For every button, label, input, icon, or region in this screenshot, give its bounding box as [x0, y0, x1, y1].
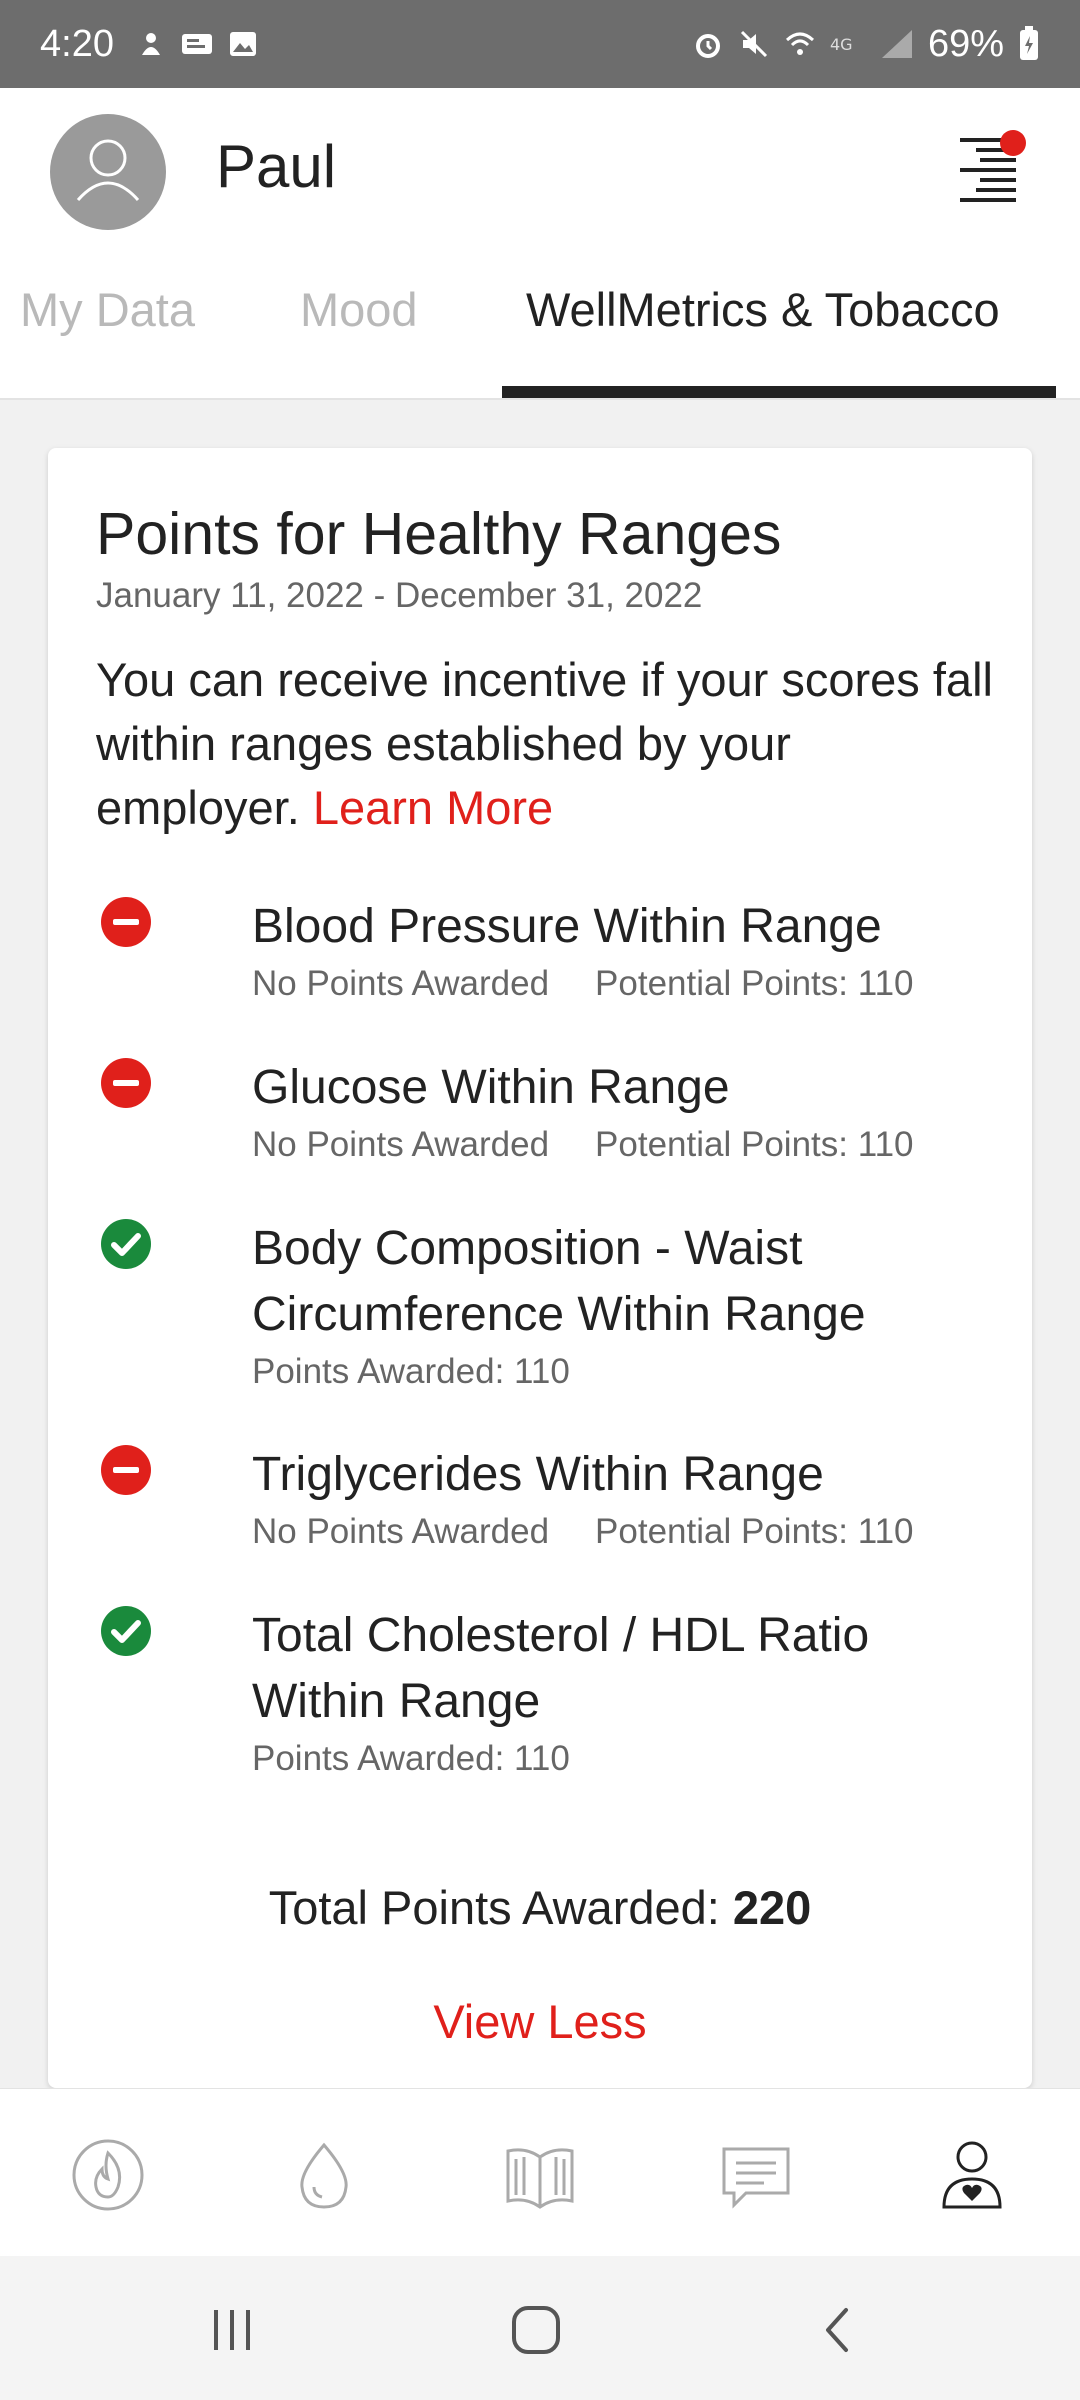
metric-points: No Points Awarded Potential Points: 110 [252, 1125, 914, 1165]
flame-icon [72, 2139, 144, 2211]
status-bar: 4:20 4G 69% [0, 0, 1080, 88]
check-circle-icon [101, 1606, 151, 1656]
4g-icon: 4G [830, 35, 853, 54]
metric-points: No Points Awarded Potential Points: 110 [252, 1512, 914, 1552]
nav-library[interactable] [500, 2135, 580, 2215]
not-met-icon [101, 897, 151, 947]
alarm-icon [695, 34, 720, 58]
active-tab-indicator [502, 386, 1056, 398]
system-navigation-bar [0, 2256, 1080, 2400]
metric-points: Points Awarded: 110 [252, 1352, 570, 1392]
tab-my-data[interactable]: My Data [20, 282, 195, 337]
nav-hydration[interactable] [284, 2135, 364, 2215]
nav-messages[interactable] [716, 2135, 796, 2215]
user-icon [76, 139, 140, 201]
status-left-icons [136, 29, 258, 59]
not-met-icon [101, 1445, 151, 1495]
metric-title: Glucose Within Range [252, 1061, 730, 1114]
points-awarded: No Points Awarded [252, 964, 550, 1003]
not-met-icon [101, 1058, 151, 1108]
notification-icon [141, 33, 160, 55]
back-button[interactable] [808, 2300, 868, 2360]
points-awarded: Points Awarded: 110 [252, 1352, 570, 1391]
recent-apps-button[interactable] [202, 2300, 262, 2360]
chat-icon [722, 2147, 790, 2209]
droplet-icon [300, 2142, 348, 2209]
avatar[interactable] [50, 114, 166, 230]
date-range: January 11, 2022 - December 31, 2022 [96, 576, 703, 615]
metric-points: No Points Awarded Potential Points: 110 [252, 964, 914, 1004]
home-icon [512, 2306, 560, 2354]
card-description: You can receive incentive if your scores… [96, 648, 996, 840]
potential-points: Potential Points: 110 [595, 1125, 914, 1164]
points-awarded: No Points Awarded [252, 1512, 550, 1551]
image-icon [229, 32, 256, 56]
profile-heart-icon [942, 2141, 1002, 2209]
wifi-icon [785, 32, 814, 55]
home-button[interactable] [506, 2300, 566, 2360]
metric-title: Blood Pressure Within Range [252, 900, 882, 953]
bottom-navigation [0, 2088, 1080, 2256]
app-header: Paul [0, 88, 1080, 258]
nav-profile[interactable] [932, 2135, 1012, 2215]
signal-icon [881, 30, 912, 58]
tab-wellmetrics-tobacco[interactable]: WellMetrics & Tobacco [526, 282, 1000, 337]
metric-title: Triglycerides Within Range [252, 1448, 824, 1501]
tab-bar: My Data Mood WellMetrics & Tobacco [0, 258, 1080, 400]
nav-activity[interactable] [68, 2135, 148, 2215]
metric-points: Points Awarded: 110 [252, 1739, 570, 1779]
potential-points: Potential Points: 110 [595, 1512, 914, 1551]
battery-icon [1020, 26, 1038, 60]
points-awarded: Points Awarded: 110 [252, 1739, 570, 1778]
status-right-icons: 4G 69% [692, 23, 1040, 66]
total-points: Total Points Awarded: 220 [48, 1880, 1032, 1935]
potential-points: Potential Points: 110 [595, 964, 914, 1003]
metric-title: Total Cholesterol / HDL Ratio Within Ran… [252, 1609, 870, 1728]
check-circle-icon [101, 1219, 151, 1269]
healthy-ranges-card: Points for Healthy Ranges January 11, 20… [48, 448, 1032, 2088]
points-awarded: No Points Awarded [252, 1125, 550, 1164]
metric-title: Body Composition - Waist Circumference W… [252, 1222, 866, 1341]
svg-text:4G: 4G [830, 35, 853, 54]
card-title: Points for Healthy Ranges [96, 501, 782, 567]
learn-more-link[interactable]: Learn More [313, 781, 553, 834]
book-icon [506, 2148, 574, 2209]
back-icon [826, 2308, 848, 2352]
mute-icon [740, 30, 767, 58]
recent-apps-icon [214, 2310, 250, 2350]
battery-percent: 69% [927, 22, 1004, 65]
status-time: 4:20 [40, 22, 114, 65]
notification-dot [1000, 130, 1026, 156]
total-points-value: 220 [732, 1881, 812, 1934]
user-name: Paul [216, 133, 337, 200]
message-icon [181, 34, 212, 54]
total-points-label: Total Points Awarded: [268, 1881, 720, 1934]
view-less-button[interactable]: View Less [48, 1994, 1032, 2049]
menu-button[interactable] [946, 130, 1026, 210]
tab-mood[interactable]: Mood [300, 282, 418, 337]
